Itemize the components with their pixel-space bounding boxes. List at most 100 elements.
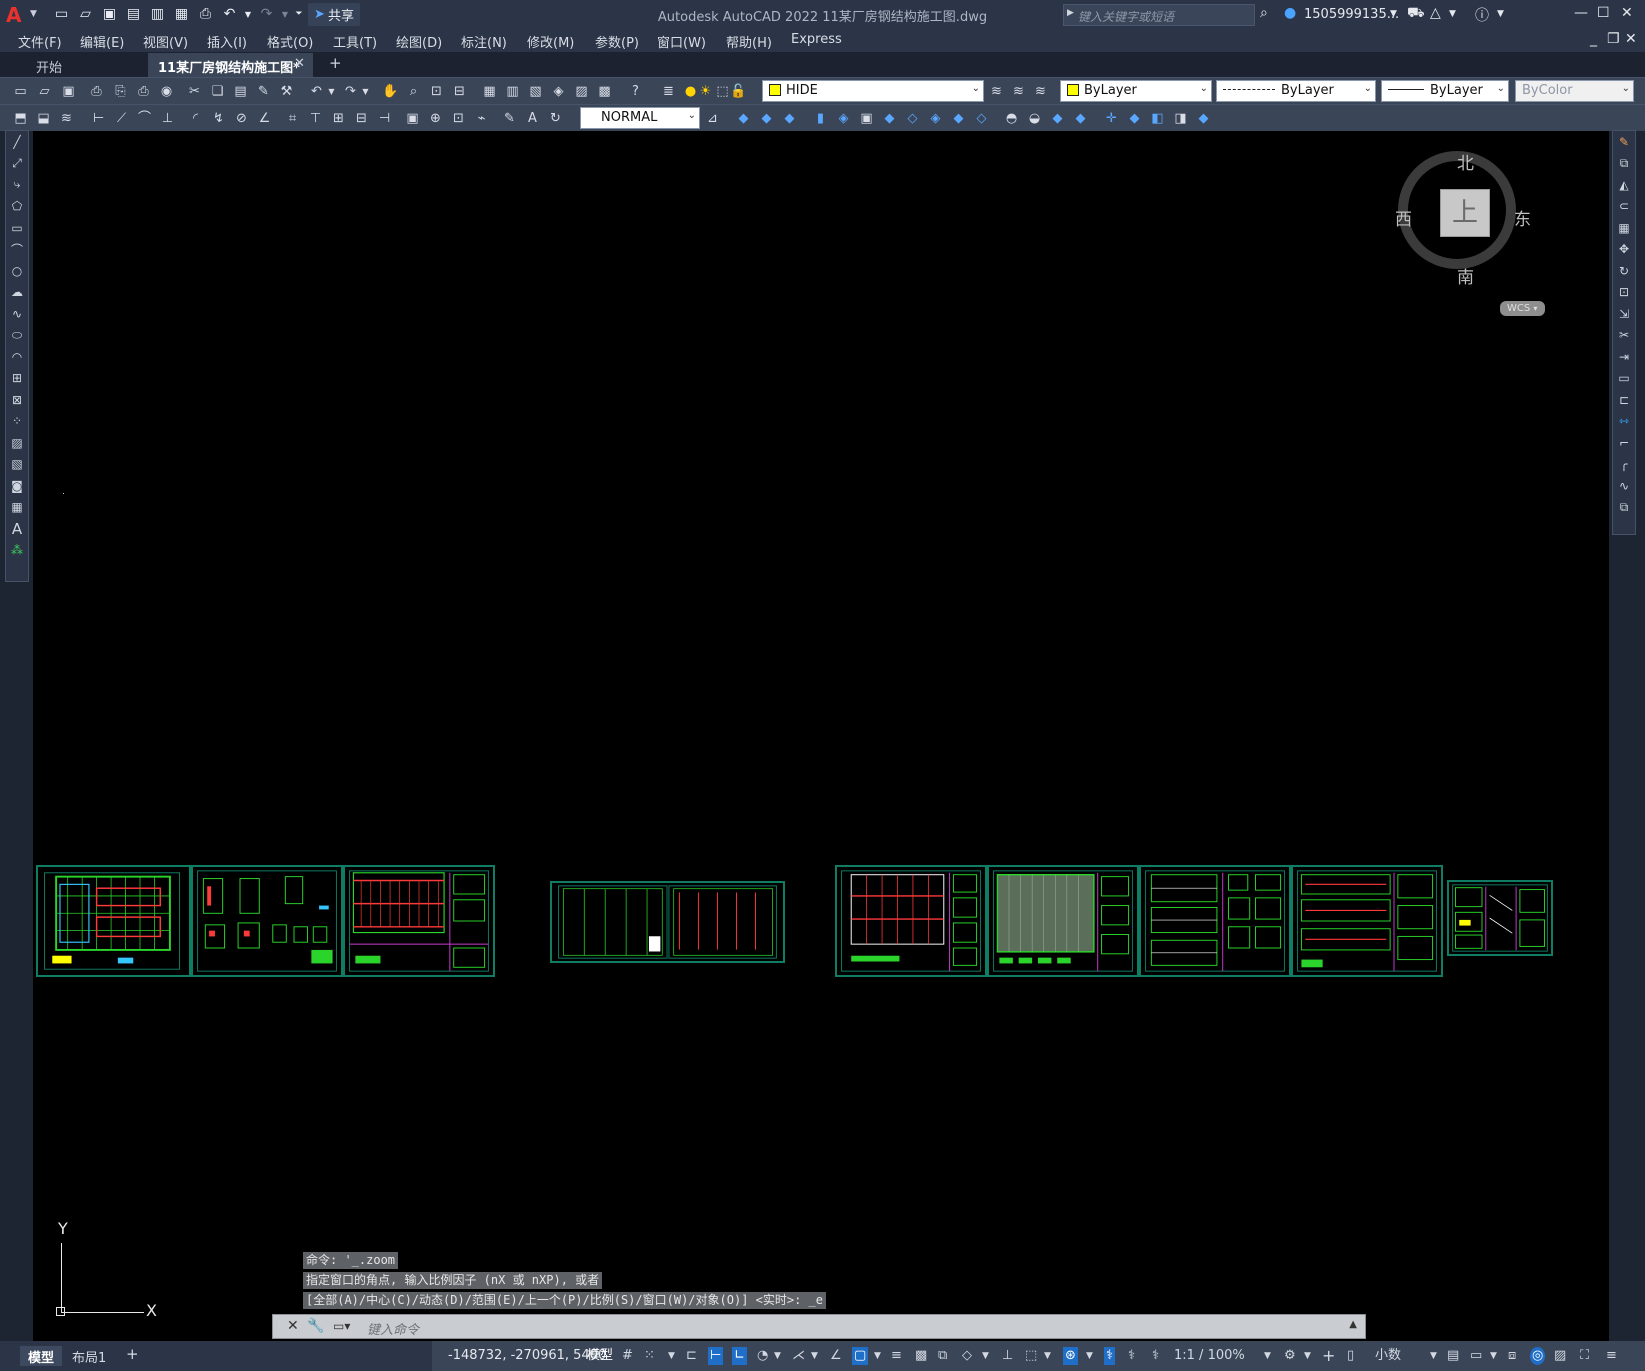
properties-icon[interactable]: ▦ (481, 83, 498, 100)
publish-3d-icon[interactable]: ◉ (158, 83, 175, 100)
infer-constraints-icon[interactable]: ⊏ (686, 1347, 697, 1365)
plot-preview-icon[interactable]: ⎘ (112, 83, 129, 100)
erase-icon[interactable]: ✎ (1613, 131, 1635, 153)
point-icon[interactable]: ⁘ (6, 411, 28, 433)
menu-parametric[interactable]: 参数(P) (595, 32, 639, 51)
break-icon[interactable]: ⊏ (1613, 389, 1635, 411)
multiline-text-icon[interactable]: A (6, 518, 28, 540)
redo-dropdown-icon[interactable]: ▼ (281, 4, 289, 24)
tab-layout1[interactable]: 布局1 (64, 1346, 114, 1366)
table-icon[interactable]: ▦ (6, 497, 28, 519)
array-icon[interactable]: ▦ (1613, 217, 1635, 239)
command-line-grip[interactable]: ⁞ (277, 1318, 281, 1333)
user-icon[interactable]: ● (1284, 5, 1296, 21)
interfere-icon[interactable]: ◆ (950, 110, 967, 127)
drawing-canvas[interactable]: 上 北 南 东 西 WCS ▾ Y X (33, 131, 1609, 1341)
gradient-icon[interactable]: ▧ (6, 454, 28, 476)
line-icon[interactable]: ╱ (6, 131, 28, 153)
menu-dimension[interactable]: 标注(N) (461, 32, 507, 51)
make-current-layer-icon[interactable]: ≋ (988, 83, 1005, 100)
spline-icon[interactable]: ∿ (6, 303, 28, 325)
layer-states-icon[interactable]: ≋ (1032, 83, 1049, 100)
layer-viewport-icon[interactable]: ⬚ (714, 83, 731, 100)
search-expand-icon[interactable]: ▶ (1067, 8, 1074, 18)
osnap-dropdown-icon[interactable]: ▼ (874, 1347, 881, 1365)
doc-minimize-icon[interactable]: _ (1590, 31, 1597, 47)
plotstyle-dropdown[interactable]: ByColor ⌄ (1515, 80, 1634, 102)
customization-icon[interactable]: ≡ (1606, 1347, 1617, 1365)
zoom-realtime-icon[interactable]: ⌕ (405, 83, 422, 100)
ellipse-arc-icon[interactable]: ◠ (6, 346, 28, 368)
menu-format[interactable]: 格式(O) (267, 32, 313, 51)
dim-update-icon[interactable]: ↻ (547, 110, 564, 127)
polygon-icon[interactable]: ⬠ (6, 196, 28, 218)
polar-dropdown-icon[interactable]: ▼ (774, 1347, 781, 1365)
units-value[interactable]: 小数 (1375, 1347, 1401, 1365)
dim-space-icon[interactable]: ⊟ (353, 110, 370, 127)
tool-palettes-icon[interactable]: ▧ (527, 83, 544, 100)
object-snap-tracking-icon[interactable]: ∠ (830, 1347, 842, 1365)
command-line-input[interactable]: ✕ 🔧 ▭▾ 键入命令 ▲ (272, 1314, 1366, 1339)
ortho-icon[interactable]: ∟ (732, 1347, 747, 1365)
cursor-coordinates[interactable]: -148732, -270961, 5400 (448, 1348, 606, 1363)
isodraft-icon[interactable]: ⋌ (792, 1347, 805, 1365)
wcs-menu[interactable]: WCS ▾ (1500, 301, 1545, 316)
construction-line-icon[interactable]: ⤢ (6, 153, 28, 175)
3d-move-icon[interactable]: ✛ (1103, 110, 1120, 127)
arc-icon[interactable]: ⌒ (6, 239, 28, 261)
app-menu-caret-icon[interactable]: ▼ (30, 9, 37, 19)
drawing-sheet-8[interactable] (1291, 865, 1443, 977)
drawing-sheet-3[interactable] (343, 865, 495, 977)
menu-express[interactable]: Express (791, 32, 842, 47)
pan-icon[interactable]: ✋ (382, 83, 399, 100)
drawing-sheet-5[interactable] (835, 865, 987, 977)
clean-screen-icon[interactable]: ▨ (1554, 1347, 1566, 1365)
dim-edit-icon[interactable]: ✎ (501, 110, 518, 127)
isodraft-dropdown-icon[interactable]: ▼ (811, 1347, 818, 1365)
autocad-logo-icon[interactable]: A (6, 4, 28, 26)
new-file-icon[interactable]: ▭ (52, 4, 71, 24)
3d-array-icon[interactable]: ◆ (1195, 110, 1212, 127)
presspull-icon[interactable]: ◇ (904, 110, 921, 127)
layer-dropdown[interactable]: HIDE ⌄ (762, 80, 984, 102)
layer-thaw-icon[interactable]: ☀ (697, 83, 714, 100)
model-space-toggle[interactable]: 模型 (587, 1347, 613, 1365)
slice-icon[interactable]: ◈ (927, 110, 944, 127)
publish-icon[interactable]: ⎙ (135, 83, 152, 100)
break-at-point-icon[interactable]: ▭ (1613, 368, 1635, 390)
shell-icon[interactable]: ◓ (1003, 110, 1020, 127)
help-icon[interactable]: ? (627, 83, 644, 100)
add-selected-icon[interactable]: ⁂ (6, 540, 28, 562)
undo-icon[interactable]: ↶ (220, 4, 239, 24)
color-dropdown[interactable]: ByLayer ⌄ (1060, 80, 1212, 102)
menu-edit[interactable]: 编辑(E) (80, 32, 124, 51)
units-icon[interactable]: ▯ (1347, 1347, 1354, 1365)
units-dropdown-icon[interactable]: ▼ (1430, 1347, 1437, 1365)
viewcube-north[interactable]: 北 (1457, 149, 1474, 174)
viewcube-south[interactable]: 南 (1457, 263, 1474, 288)
sheet-set-icon[interactable]: ◈ (550, 83, 567, 100)
layer-walk-icon[interactable]: ≋ (58, 110, 75, 127)
open-file-icon[interactable]: ▱ (76, 4, 95, 24)
mirror-icon[interactable]: ◭ (1613, 174, 1635, 196)
stretch-icon[interactable]: ⇲ (1613, 303, 1635, 325)
aligned-dim-icon[interactable]: ⟋ (113, 110, 130, 127)
workspace-dropdown-icon[interactable]: ▼ (1304, 1347, 1311, 1365)
cart-icon[interactable]: ⛟ (1407, 5, 1425, 23)
tolerance-icon[interactable]: ▣ (404, 110, 421, 127)
offset-icon[interactable]: ⊂ (1613, 196, 1635, 218)
circle-icon[interactable]: ○ (6, 260, 28, 282)
menu-help[interactable]: 帮助(H) (726, 32, 772, 51)
plot-icon[interactable]: ⎙ (196, 4, 215, 24)
tab-start[interactable]: 开始 (6, 53, 146, 77)
save-icon[interactable]: ▣ (100, 4, 119, 24)
gizmo-icon[interactable]: ⊛ (1063, 1347, 1078, 1365)
viewcube-west[interactable]: 西 (1395, 205, 1412, 230)
revision-cloud-icon[interactable]: ☁ (6, 282, 28, 304)
paste-icon[interactable]: ▤ (232, 83, 249, 100)
minimize-icon[interactable]: — (1574, 5, 1588, 21)
fillet-edge-icon[interactable]: ◒ (1026, 110, 1043, 127)
menu-modify[interactable]: 修改(M) (527, 32, 574, 51)
command-history-toggle-icon[interactable]: ▲ (1349, 1319, 1357, 1330)
3d-rotate-icon[interactable]: ◆ (1126, 110, 1143, 127)
